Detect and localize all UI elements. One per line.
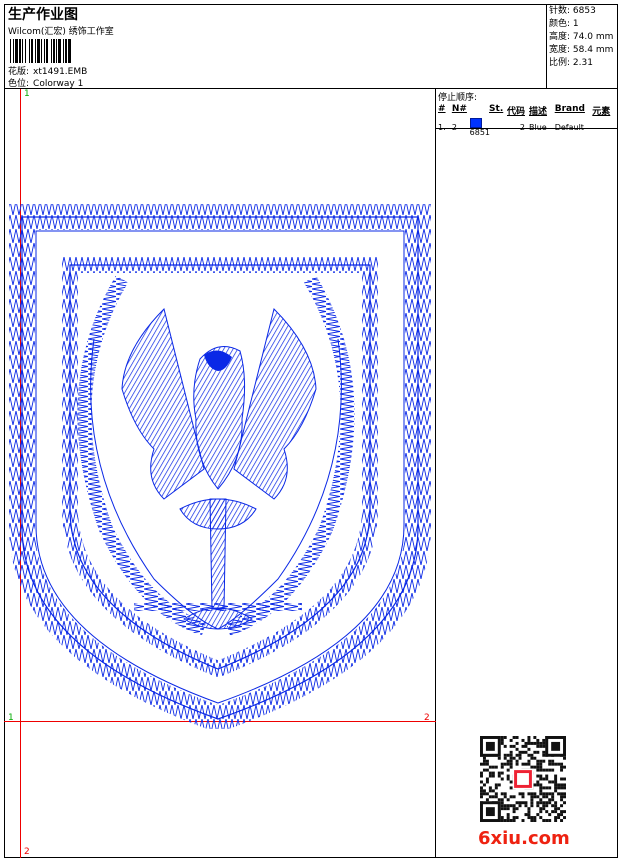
spec-stitches: 针数: 6853 [549,6,596,16]
embroidery-shield-emblem [9,204,431,729]
spec-scale: 比例: 2.31 [549,58,593,68]
stop-sequence-title: 停止顺序: [438,93,478,103]
spec-width: 宽度: 58.4 mm [549,45,614,55]
thread-color-swatch [469,118,482,128]
panel-divider [436,128,618,129]
stop-sequence-panel: 停止顺序: # N# St. 代码 描述 Brand 元素 1. 2 6851 … [436,89,618,137]
sheet-subtitle: Wilcom(汇宏) 绣饰工作室 [8,27,114,37]
site-logo: 6xiu.com [478,828,570,849]
marker-bottom-left: 2 [24,847,30,857]
sheet-title: 生产作业图 [8,7,78,23]
header-info: 生产作业图 Wilcom(汇宏) 绣饰工作室 花版: xt1491.EMB 色位:… [4,4,546,89]
spec-colors: 颜色: 1 [549,19,579,29]
spec-panel: 针数: 6853 颜色: 1 高度: 74.0 mm 宽度: 58.4 mm 比… [546,4,618,88]
stop-sequence-header: # N# St. 代码 描述 Brand 元素 [438,104,611,117]
qr-code [480,736,566,822]
barcode [10,39,138,63]
design-canvas[interactable]: 1 1 2 2 [4,89,436,858]
spec-height: 高度: 74.0 mm [549,32,614,42]
